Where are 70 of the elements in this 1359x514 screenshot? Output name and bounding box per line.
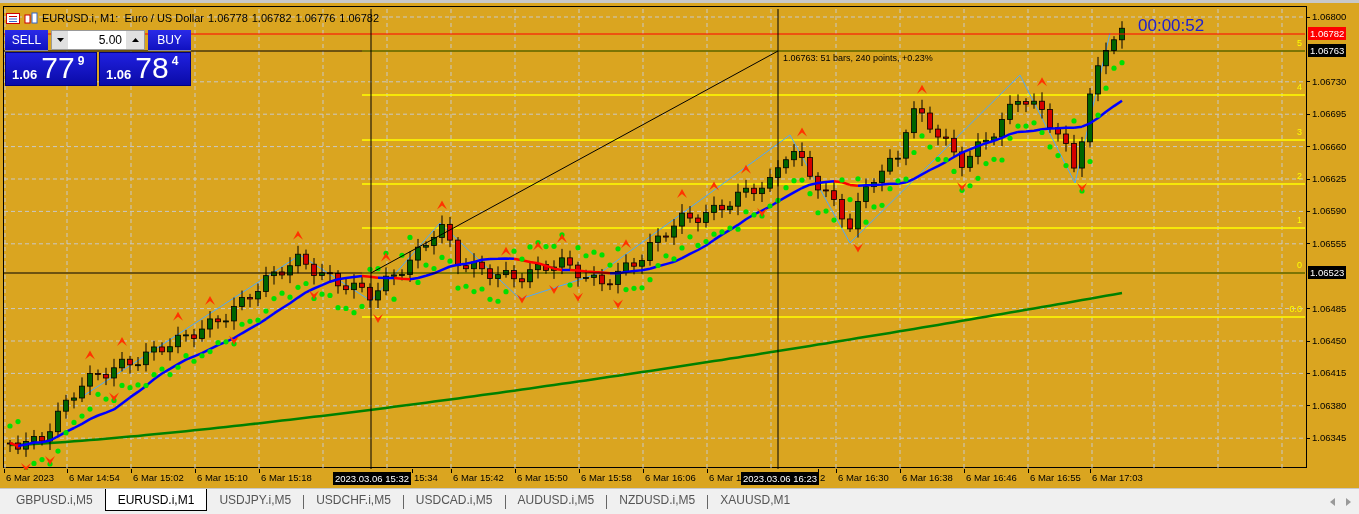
chart-tab[interactable]: NZDUSD.i,M5: [607, 489, 708, 511]
price-fraction: 4: [171, 55, 179, 67]
chart-tab[interactable]: USDJPY.i,M5: [207, 489, 304, 511]
price-tick-label: 1.06730: [1312, 74, 1347, 89]
crosshair-time-tag: 2023.03.06 16:23: [741, 472, 819, 485]
time-label: 15:34: [414, 471, 438, 485]
chart-tab[interactable]: XAUUSD,M1: [708, 489, 803, 511]
chart-tab[interactable]: GBPUSD.i,M5: [4, 489, 105, 511]
fibonacci-level-label: 4: [1297, 83, 1302, 92]
price-tick-label: 1.06415: [1312, 366, 1347, 381]
sell-button[interactable]: SELL: [5, 30, 48, 51]
chart-tab[interactable]: AUDUSD.i,M5: [505, 489, 607, 511]
price-tick-label: 1.06380: [1312, 398, 1347, 413]
fibonacci-level-label: 2: [1297, 172, 1302, 181]
chart-tab[interactable]: EURUSD.i,M1: [104, 489, 208, 511]
time-label: 6 Mar 15:18: [261, 471, 312, 485]
time-label: 6 Mar 16:06: [645, 471, 696, 485]
decrease-icon[interactable]: [52, 31, 68, 49]
price-prefix: 1.06: [12, 68, 38, 81]
time-label: 6 Mar 17:03: [1092, 471, 1143, 485]
price-tick-label: 1.06345: [1312, 431, 1347, 446]
time-label: 6 Mar 14:54: [69, 471, 120, 485]
time-label: 6 Mar 15:02: [133, 471, 184, 485]
fibonacci-level-label: 3: [1297, 128, 1302, 137]
price-tick-label: 1.06555: [1312, 236, 1347, 251]
price-tick-label: 1.06695: [1312, 107, 1347, 122]
time-label: 6 Mar 16:46: [966, 471, 1017, 485]
chart-tab[interactable]: USDCAD.i,M5: [403, 489, 505, 511]
price-tick-label: 1.06590: [1312, 204, 1347, 219]
price-tick-label: 1.06800: [1312, 10, 1347, 24]
ohlc-value: 1.06782: [251, 11, 292, 26]
price-tick-label: 1.06660: [1312, 139, 1347, 154]
price-tick-label: 1.06485: [1312, 301, 1347, 316]
time-label: 6 Mar 16:30: [838, 471, 889, 485]
ohlc-value: 1.06782: [339, 11, 380, 26]
price-pips: 78: [135, 53, 169, 83]
price-prefix: 1.06: [106, 68, 132, 81]
time-label: 6 Mar 15:10: [197, 471, 248, 485]
price-tag: 1.06763: [1308, 44, 1347, 57]
bar-timer: 00:00:52: [1138, 15, 1205, 37]
price-tick-label: 1.06625: [1312, 172, 1347, 186]
increase-icon[interactable]: [126, 31, 144, 49]
time-label: 6 Mar 15:50: [517, 471, 568, 485]
chart-tab[interactable]: USDCHF.i,M5: [304, 489, 403, 511]
price-tag: 1.06782: [1308, 27, 1347, 40]
measure-label: 1.06763: 51 bars, 240 points, +0.23%: [783, 52, 933, 65]
fibonacci-level-label: 0.0: [1289, 305, 1302, 314]
list-icon: [6, 12, 20, 24]
price-tag: 1.06523: [1308, 266, 1347, 279]
price-fraction: 9: [77, 55, 85, 67]
volume-value: 5.00: [97, 32, 123, 49]
fibonacci-level-label: 0: [1297, 261, 1302, 270]
bar-chart-icon: [24, 12, 38, 25]
buy-button[interactable]: BUY: [148, 30, 191, 51]
fibonacci-level-label: 1: [1297, 216, 1302, 225]
time-label: 6 Mar 16:55: [1030, 471, 1081, 485]
fibonacci-level-label: 5: [1297, 39, 1302, 48]
price-tick-label: 1.06450: [1312, 334, 1347, 348]
time-label: 6 Mar 15:58: [581, 471, 632, 485]
time-label: 2: [820, 471, 826, 485]
time-label: 6 Mar 16:38: [902, 471, 953, 485]
price-pips: 77: [41, 53, 75, 83]
volume-spinner[interactable]: 5.00: [51, 30, 145, 50]
symbol-title: EURUSD.i, M1: Euro / US Dollar: [42, 11, 204, 26]
crosshair-time-tag: 2023.03.06 15:32: [333, 472, 411, 485]
ohlc-value: 1.06776: [295, 11, 336, 26]
time-label: 6 Mar 15:42: [453, 471, 504, 485]
ohlc-value: 1.06778: [208, 11, 248, 26]
time-label: 6 Mar 2023: [6, 471, 55, 485]
time-label: 6 Mar 1: [709, 471, 742, 485]
